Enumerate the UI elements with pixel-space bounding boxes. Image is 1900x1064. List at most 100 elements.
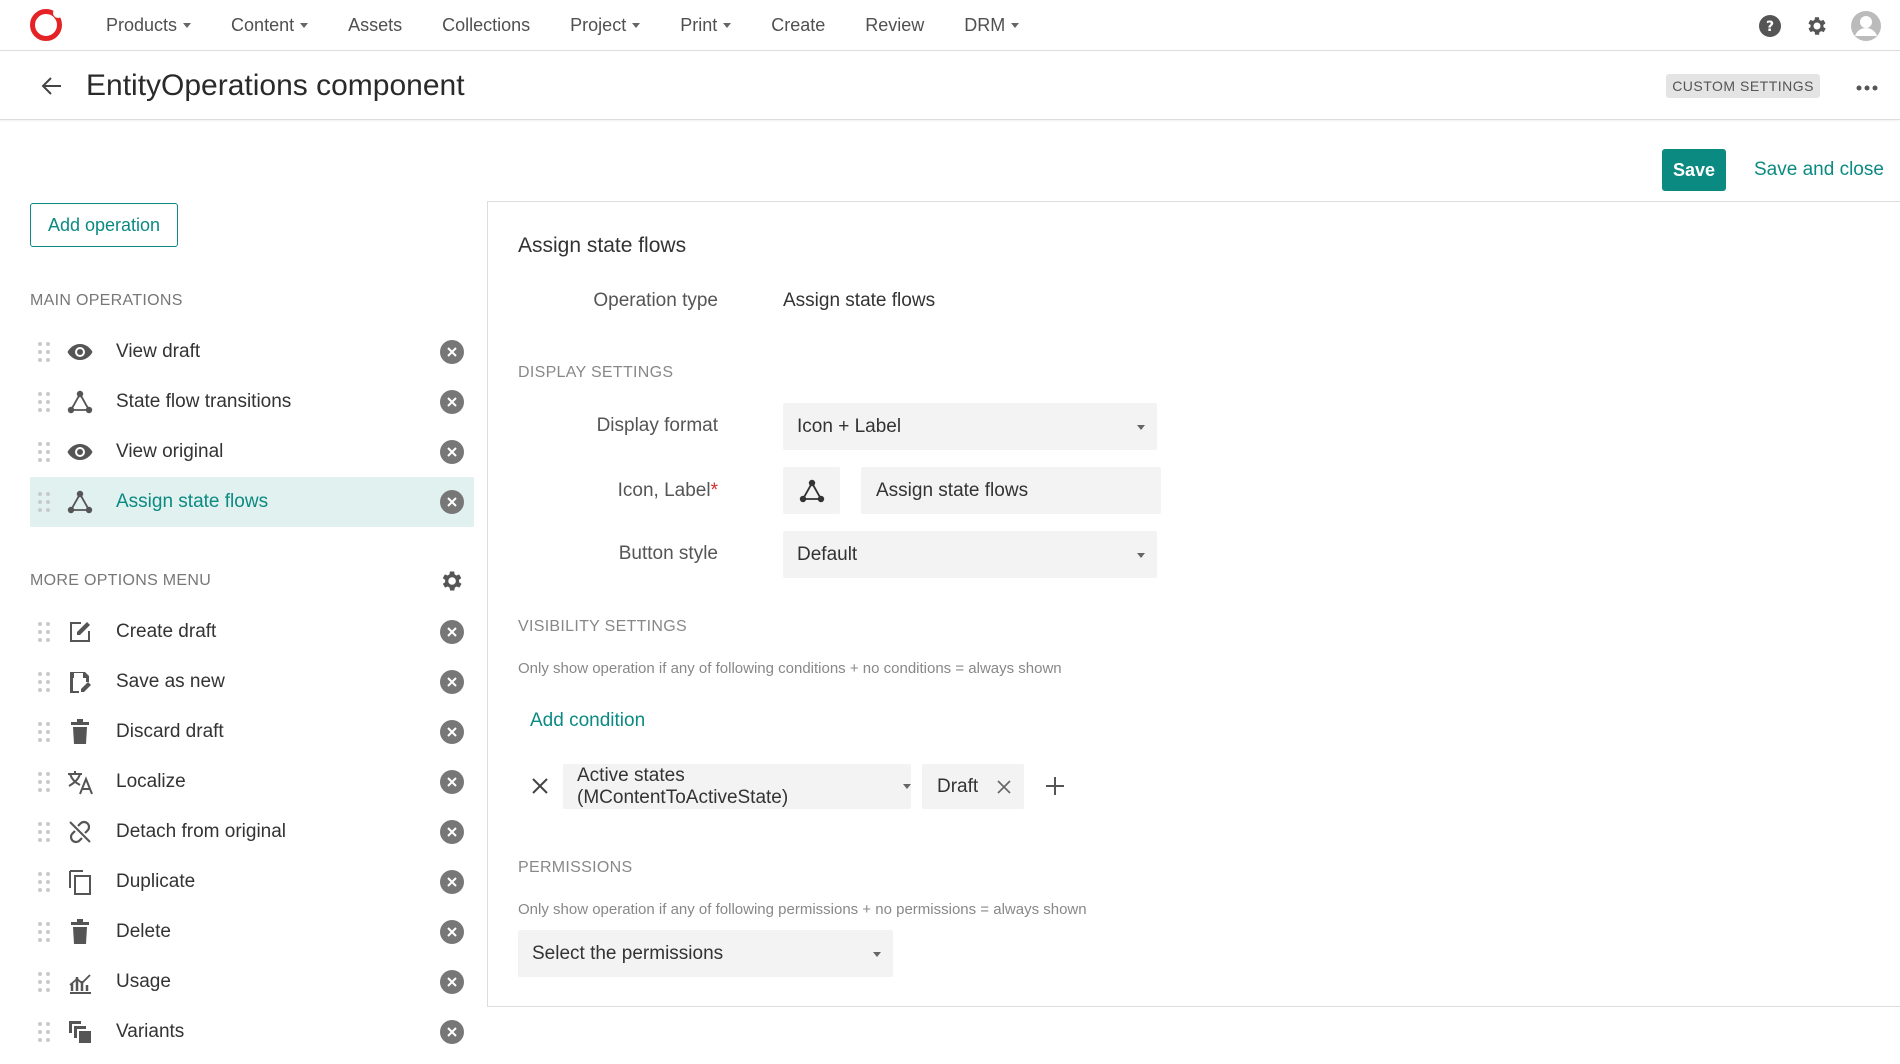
eye-icon xyxy=(66,338,94,366)
drag-handle-icon[interactable] xyxy=(38,342,50,362)
operation-label: Localize xyxy=(116,771,186,792)
caret-down-icon xyxy=(183,22,192,28)
save-button[interactable]: Save xyxy=(1662,149,1726,191)
remove-operation-icon[interactable] xyxy=(440,1020,464,1044)
operation-item-save-as-new[interactable]: Save as new xyxy=(30,657,474,707)
visibility-settings-heading: VISIBILITY SETTINGS xyxy=(518,618,688,635)
nav-review[interactable]: Review xyxy=(845,0,944,50)
user-avatar-icon[interactable] xyxy=(1850,10,1882,42)
save-and-close-button[interactable]: Save and close xyxy=(1754,149,1884,191)
operation-item-state-flow-transitions[interactable]: State flow transitions xyxy=(30,377,474,427)
nav-assets[interactable]: Assets xyxy=(328,0,422,50)
label-input[interactable]: Assign state flows xyxy=(861,467,1161,514)
display-format-select[interactable]: Icon + Label xyxy=(783,403,1157,450)
drag-handle-icon[interactable] xyxy=(38,722,50,742)
drag-handle-icon[interactable] xyxy=(38,672,50,692)
trash-icon xyxy=(66,918,94,946)
button-style-select[interactable]: Default xyxy=(783,531,1157,578)
top-right-actions: ? xyxy=(1758,0,1882,51)
custom-settings-badge: CUSTOM SETTINGS xyxy=(1666,74,1820,98)
edit-icon xyxy=(66,618,94,646)
drag-handle-icon[interactable] xyxy=(38,972,50,992)
operation-settings-panel: Assign state flows Operation type Assign… xyxy=(487,201,1900,1007)
state-flow-icon xyxy=(66,488,94,516)
icon-label-label: Icon, Label* xyxy=(617,480,718,501)
operation-item-variants[interactable]: Variants xyxy=(30,1007,474,1057)
operation-label: Save as new xyxy=(116,671,225,692)
remove-operation-icon[interactable] xyxy=(440,970,464,994)
button-style-label: Button style xyxy=(618,543,718,564)
operation-item-localize[interactable]: Localize xyxy=(30,757,474,807)
top-nav-bar: Products Content Assets Collections Proj… xyxy=(0,0,1900,51)
remove-operation-icon[interactable] xyxy=(440,920,464,944)
add-condition-link[interactable]: Add condition xyxy=(530,710,645,732)
remove-operation-icon[interactable] xyxy=(440,720,464,744)
add-operation-button[interactable]: Add operation xyxy=(30,203,178,247)
save-as-icon xyxy=(66,668,94,696)
brand-logo[interactable] xyxy=(30,8,63,41)
remove-operation-icon[interactable] xyxy=(440,340,464,364)
remove-operation-icon[interactable] xyxy=(440,490,464,514)
operations-list: Add operation MAIN OPERATIONS View draft… xyxy=(30,200,474,1057)
operation-item-view-original[interactable]: View original xyxy=(30,427,474,477)
operation-item-assign-state-flows[interactable]: Assign state flows xyxy=(30,477,474,527)
condition-field-select[interactable]: Active states (MContentToActiveState) xyxy=(563,764,911,809)
more-options-heading: MORE OPTIONS MENU xyxy=(30,571,474,591)
remove-operation-icon[interactable] xyxy=(440,440,464,464)
page-title: EntityOperations component xyxy=(86,68,465,102)
permissions-select[interactable]: Select the permissions xyxy=(518,930,893,977)
caret-down-icon xyxy=(903,784,911,789)
icon-picker-button[interactable] xyxy=(783,467,840,514)
unlink-icon xyxy=(66,818,94,846)
state-flow-icon xyxy=(799,479,825,503)
operation-item-usage[interactable]: Usage xyxy=(30,957,474,1007)
settings-gear-icon[interactable] xyxy=(1804,14,1828,38)
copy-icon xyxy=(66,868,94,896)
operation-item-detach-from-original[interactable]: Detach from original xyxy=(30,807,474,857)
back-arrow-icon[interactable] xyxy=(40,74,64,98)
drag-handle-icon[interactable] xyxy=(38,872,50,892)
remove-operation-icon[interactable] xyxy=(440,770,464,794)
remove-value-icon[interactable] xyxy=(996,779,1012,795)
remove-operation-icon[interactable] xyxy=(440,870,464,894)
operation-label: Detach from original xyxy=(116,821,287,842)
nav-project[interactable]: Project xyxy=(550,0,660,50)
operation-item-delete[interactable]: Delete xyxy=(30,907,474,957)
usage-icon xyxy=(66,968,94,996)
drag-handle-icon[interactable] xyxy=(38,622,50,642)
drag-handle-icon[interactable] xyxy=(38,922,50,942)
operation-item-view-draft[interactable]: View draft xyxy=(30,327,474,377)
drag-handle-icon[interactable] xyxy=(38,1022,50,1042)
drag-handle-icon[interactable] xyxy=(38,442,50,462)
nav-print[interactable]: Print xyxy=(660,0,751,50)
nav-collections[interactable]: Collections xyxy=(422,0,550,50)
remove-operation-icon[interactable] xyxy=(440,820,464,844)
nav-drm[interactable]: DRM xyxy=(944,0,1039,50)
visibility-help-text: Only show operation if any of following … xyxy=(518,660,1062,677)
nav-content[interactable]: Content xyxy=(211,0,328,50)
main-nav: Products Content Assets Collections Proj… xyxy=(86,0,1039,50)
drag-handle-icon[interactable] xyxy=(38,822,50,842)
help-icon[interactable]: ? xyxy=(1758,14,1782,38)
drag-handle-icon[interactable] xyxy=(38,492,50,512)
nav-create[interactable]: Create xyxy=(751,0,845,50)
remove-operation-icon[interactable] xyxy=(440,620,464,644)
nav-products[interactable]: Products xyxy=(86,0,211,50)
remove-condition-icon[interactable] xyxy=(530,776,550,796)
panel-title: Assign state flows xyxy=(518,234,687,257)
operation-item-discard-draft[interactable]: Discard draft xyxy=(30,707,474,757)
operation-label: Variants xyxy=(116,1021,185,1042)
more-options-icon[interactable] xyxy=(1856,78,1878,96)
drag-handle-icon[interactable] xyxy=(38,392,50,412)
operation-label: Discard draft xyxy=(116,721,224,742)
operation-item-create-draft[interactable]: Create draft xyxy=(30,607,474,657)
drag-handle-icon[interactable] xyxy=(38,772,50,792)
remove-operation-icon[interactable] xyxy=(440,390,464,414)
more-options-settings-gear-icon[interactable] xyxy=(438,568,464,594)
operation-type-value: Assign state flows xyxy=(783,290,936,311)
operation-item-duplicate[interactable]: Duplicate xyxy=(30,857,474,907)
eye-icon xyxy=(66,438,94,466)
operation-label: Create draft xyxy=(116,621,217,642)
add-value-plus-icon[interactable] xyxy=(1044,775,1066,797)
remove-operation-icon[interactable] xyxy=(440,670,464,694)
